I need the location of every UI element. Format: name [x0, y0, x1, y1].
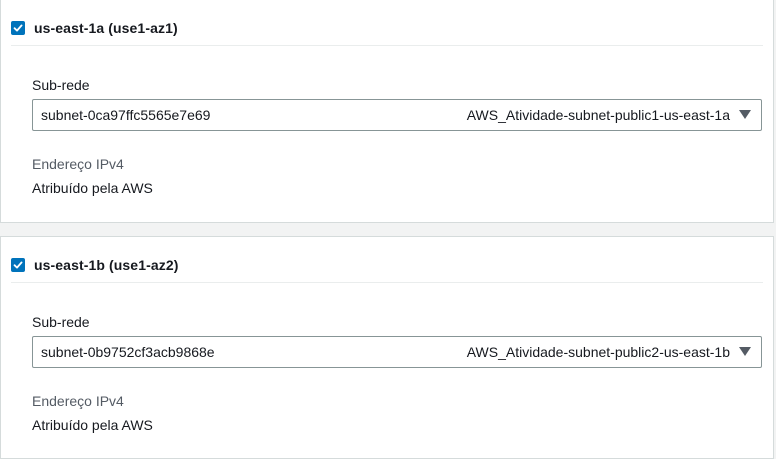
caret-down-icon	[739, 110, 751, 119]
subnet-id: subnet-0ca97ffc5565e7e69	[41, 107, 211, 123]
ipv4-value: Atribuído pela AWS	[32, 180, 153, 196]
divider	[11, 282, 763, 283]
subnet-id: subnet-0b9752cf3acb9868e	[41, 344, 215, 360]
ipv4-label: Endereço IPv4	[32, 156, 124, 172]
az-card-us-east-1a: us-east-1a (use1-az1) Sub-rede subnet-0c…	[0, 0, 774, 223]
az-checkbox[interactable]	[11, 258, 25, 272]
ipv4-label: Endereço IPv4	[32, 393, 124, 409]
subnet-name: AWS_Atividade-subnet-public2-us-east-1b	[466, 344, 730, 360]
availability-zones-panel: us-east-1a (use1-az1) Sub-rede subnet-0c…	[0, 0, 776, 459]
az-title: us-east-1b (use1-az2)	[34, 257, 179, 273]
subnet-select[interactable]: subnet-0b9752cf3acb9868e AWS_Atividade-s…	[32, 336, 762, 368]
az-checkbox[interactable]	[11, 21, 25, 35]
subnet-select[interactable]: subnet-0ca97ffc5565e7e69 AWS_Atividade-s…	[32, 99, 762, 131]
az-header: us-east-1a (use1-az1)	[11, 20, 178, 36]
checkmark-icon	[13, 261, 23, 269]
ipv4-value: Atribuído pela AWS	[32, 417, 153, 433]
divider	[11, 45, 763, 46]
subnet-label: Sub-rede	[32, 314, 90, 330]
caret-down-icon	[739, 347, 751, 356]
checkmark-icon	[13, 24, 23, 32]
az-card-us-east-1b: us-east-1b (use1-az2) Sub-rede subnet-0b…	[0, 236, 774, 459]
az-title: us-east-1a (use1-az1)	[34, 20, 178, 36]
subnet-label: Sub-rede	[32, 77, 90, 93]
subnet-name: AWS_Atividade-subnet-public1-us-east-1a	[466, 107, 730, 123]
az-header: us-east-1b (use1-az2)	[11, 257, 178, 273]
